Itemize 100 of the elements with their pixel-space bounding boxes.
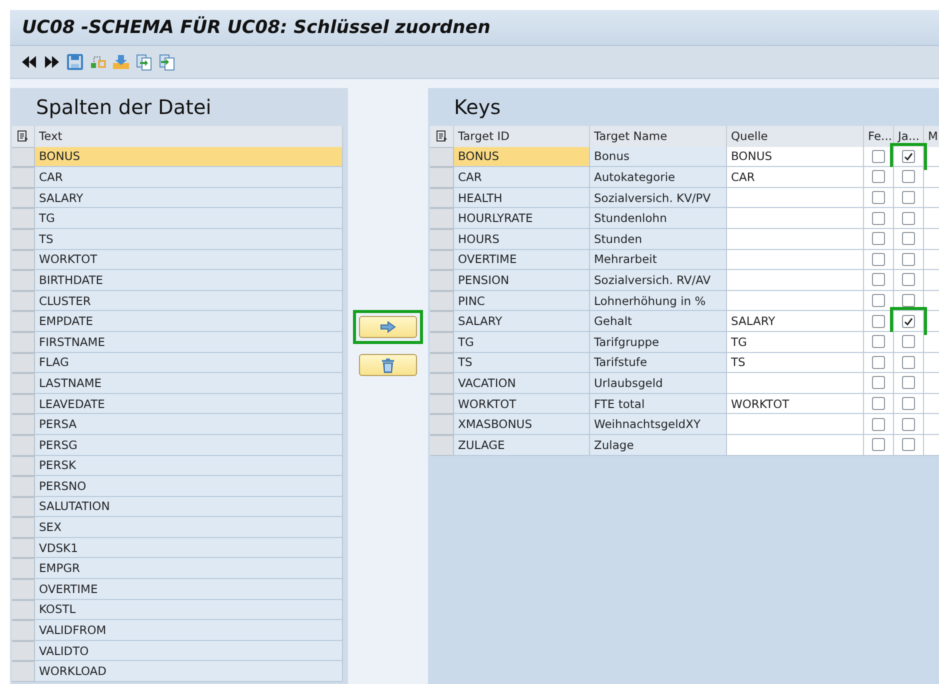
checkbox[interactable] [872, 232, 885, 246]
row-selector[interactable] [430, 394, 454, 414]
column-header[interactable]: Fe... [864, 126, 894, 147]
input-field[interactable] [727, 208, 864, 229]
row-selector[interactable] [430, 208, 454, 229]
row-selector[interactable] [12, 558, 35, 580]
row-selector[interactable] [12, 290, 35, 312]
row-selector[interactable] [12, 579, 35, 600]
row-selector[interactable] [430, 188, 454, 208]
checkbox[interactable] [872, 273, 885, 286]
row-selector[interactable] [12, 600, 35, 620]
table-cell[interactable]: HOURLYRATE [454, 208, 590, 229]
row-selector[interactable] [12, 250, 35, 270]
row-selector[interactable] [12, 228, 35, 250]
table-cell[interactable]: EMPGR [35, 558, 343, 580]
delete-button[interactable] [359, 354, 417, 376]
table-cell[interactable]: XMASBONUS [454, 414, 590, 435]
table-cell[interactable]: BONUS [35, 146, 343, 168]
table-cell[interactable]: WORKLOAD [35, 661, 343, 682]
table-cell[interactable]: TG [454, 332, 590, 353]
row-selector[interactable] [430, 228, 454, 250]
input-field[interactable] [727, 290, 864, 312]
table-cell[interactable]: PERSK [35, 456, 343, 476]
checkbox[interactable] [872, 356, 885, 369]
checkbox[interactable] [872, 438, 885, 452]
table-cell[interactable]: PINC [454, 290, 590, 312]
table-cell[interactable]: OVERTIME [35, 579, 343, 600]
checkbox[interactable] [902, 438, 915, 452]
checkbox[interactable] [872, 314, 885, 328]
table-cell[interactable]: ZULAGE [454, 434, 590, 456]
table-cell[interactable]: FIRSTNAME [35, 332, 343, 353]
row-selector[interactable] [430, 270, 454, 291]
table-cell[interactable]: PERSA [35, 414, 343, 435]
column-header[interactable]: Target Name [590, 126, 727, 147]
row-selector[interactable] [430, 290, 454, 312]
column-header[interactable]: Text [35, 126, 343, 147]
double-left-arrow-icon[interactable] [20, 53, 38, 71]
row-selector[interactable] [12, 496, 35, 518]
row-selector[interactable] [430, 414, 454, 435]
row-selector[interactable] [430, 332, 454, 353]
checkbox[interactable] [872, 252, 885, 266]
table-cell[interactable]: VACATION [454, 373, 590, 394]
table-cell[interactable]: CLUSTER [35, 290, 343, 312]
row-selector[interactable] [430, 373, 454, 394]
table-cell[interactable]: VDSK1 [35, 538, 343, 558]
checkbox[interactable] [872, 418, 885, 431]
checkbox[interactable] [902, 418, 915, 431]
row-selector[interactable] [12, 517, 35, 538]
row-selector[interactable] [12, 414, 35, 435]
checkbox[interactable] [872, 335, 885, 348]
row-selector[interactable] [12, 167, 35, 188]
row-selector[interactable] [430, 434, 454, 456]
checkbox[interactable] [872, 150, 885, 163]
table-cell[interactable]: PERSNO [35, 476, 343, 497]
checkbox[interactable] [872, 294, 885, 308]
table-cell[interactable]: SALUTATION [35, 496, 343, 518]
input-field[interactable]: WORKTOT [727, 394, 864, 414]
document-arrow-icon[interactable] [158, 53, 176, 71]
row-selector[interactable] [12, 373, 35, 394]
table-cell[interactable]: FLAG [35, 352, 343, 374]
row-selector[interactable] [12, 538, 35, 558]
checkbox[interactable] [902, 356, 915, 369]
table-cell[interactable]: HEALTH [454, 188, 590, 208]
table-cell[interactable]: CAR [35, 167, 343, 188]
table-cell[interactable]: OVERTIME [454, 250, 590, 270]
table-cell[interactable]: PENSION [454, 270, 590, 291]
row-selector[interactable] [12, 311, 35, 332]
input-field[interactable]: BONUS [727, 146, 864, 168]
table-cell[interactable]: VALIDTO [35, 640, 343, 662]
table-cell[interactable]: HOURS [454, 228, 590, 250]
row-selector[interactable] [12, 208, 35, 229]
checkbox[interactable] [872, 376, 885, 390]
input-field[interactable]: TS [727, 352, 864, 374]
row-selector[interactable] [12, 456, 35, 476]
table-cell[interactable]: CAR [454, 167, 590, 188]
row-selector[interactable] [12, 352, 35, 374]
row-selector[interactable] [12, 640, 35, 662]
table-cell[interactable]: EMPDATE [35, 311, 343, 332]
row-selector[interactable] [12, 620, 35, 641]
table-cell[interactable]: KOSTL [35, 600, 343, 620]
table-cell[interactable]: TS [454, 352, 590, 374]
input-field[interactable]: SALARY [727, 311, 864, 332]
input-field[interactable]: TG [727, 332, 864, 353]
row-selector[interactable] [430, 352, 454, 374]
input-field[interactable] [727, 434, 864, 456]
layout-icon[interactable] [12, 126, 35, 147]
input-field[interactable] [727, 228, 864, 250]
row-selector[interactable] [430, 311, 454, 332]
table-cell[interactable]: TG [35, 208, 343, 229]
checkbox[interactable] [902, 232, 915, 246]
checkbox[interactable] [902, 212, 915, 225]
checkbox[interactable] [902, 170, 915, 184]
checkbox[interactable] [872, 170, 885, 184]
column-header[interactable]: Quelle [727, 126, 864, 147]
checkbox[interactable] [902, 335, 915, 348]
table-cell[interactable]: WORKTOT [454, 394, 590, 414]
checkbox[interactable] [902, 294, 915, 308]
input-field[interactable] [727, 373, 864, 394]
checkbox[interactable] [902, 314, 915, 328]
checkbox[interactable] [872, 397, 885, 410]
